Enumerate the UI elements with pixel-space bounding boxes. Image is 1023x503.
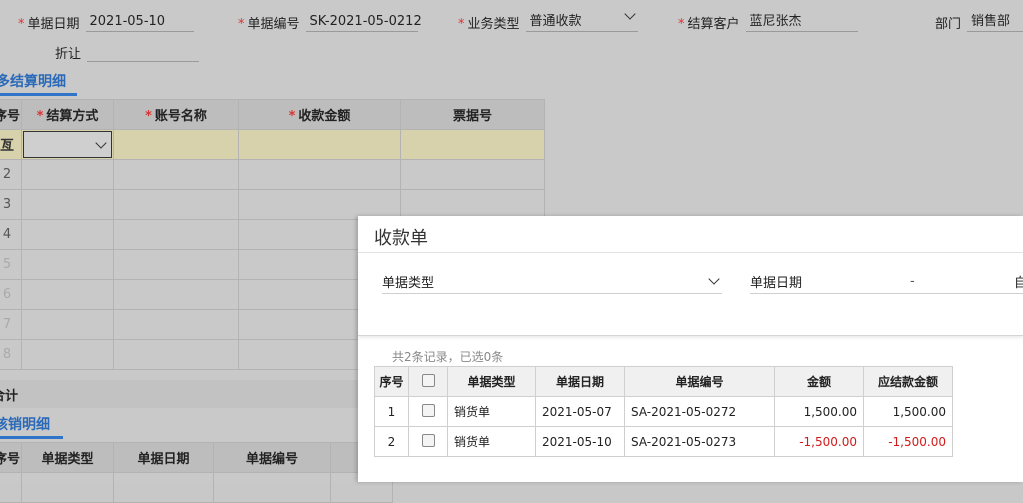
doc-type-filter-label: 单据类型 [382,275,435,291]
dept-value[interactable]: 销售部 [967,10,1023,32]
discount-value[interactable] [87,45,200,62]
customer-label: 结算客户 [687,17,740,32]
row-number: 3 [0,189,22,220]
date-filter-label: 单据日期 [750,275,803,291]
col-header: 应结款金额 [863,366,953,397]
table-row[interactable]: 1 销货单 2021-05-07 SA-2021-05-0272 1,500.0… [374,396,953,427]
writeoff-header-row: 序号 单据类型 单据日期 单据编号 [0,442,393,473]
settle-method-select[interactable] [23,131,112,158]
dept-field[interactable]: 部门 销售部 [935,10,1023,32]
discount-label: 折让 [55,47,82,62]
chevron-down-icon[interactable] [95,137,107,149]
col-header: 单据日期 [113,442,214,473]
required-mark: * [678,17,685,32]
doc-date-label: 单据日期 [27,17,80,32]
tab-underline [0,436,63,439]
doc-type-cell: 销货单 [447,396,536,427]
customer-field[interactable]: * 结算客户 蓝尼张杰 [678,10,858,32]
discount-field[interactable]: 折让 [55,40,200,62]
biz-type-select[interactable]: * 业务类型 普通收款 [458,8,638,32]
col-header: * 收款金额 [238,99,401,130]
receipt-table: 序号 单据类型 单据日期 单据编号 金额 应结款金额 1 销货单 2021-05… [374,366,953,457]
due-amount-cell: 1,500.00 [863,396,953,427]
required-mark: * [238,17,245,32]
tab-settle-detail[interactable]: 多结算明细 [0,71,77,96]
totals-label: 合计 [0,388,19,404]
amount-cell[interactable] [238,129,401,160]
biz-type-value: 普通收款 [529,14,582,29]
biz-type-label: 业务类型 [467,17,520,32]
checkbox-icon[interactable] [421,373,435,387]
row-number: 8 [0,339,22,370]
checkbox-icon[interactable] [421,403,435,417]
required-mark: * [458,17,465,32]
row-number: 1 [374,396,409,427]
chevron-down-icon[interactable] [623,8,636,20]
bill-no-cell[interactable] [400,129,545,160]
doc-code-cell: SA-2021-05-0273 [624,426,775,457]
table-row[interactable] [0,472,393,503]
chevron-down-icon[interactable] [708,273,720,285]
writeoff-table: 序号 单据类型 单据日期 单据编号 [0,442,393,503]
doc-no-label: 单据编号 [247,17,300,32]
col-header: 单据编号 [624,366,775,397]
col-header: 序号 [0,442,22,473]
dialog-title: 收款单 [374,228,428,249]
doc-date-value[interactable]: 2021-05-10 [85,14,194,32]
record-count: 共2条记录，已选0条 [392,350,504,364]
col-header: 序号 [0,99,22,130]
col-header: 序号 [374,366,409,397]
filter-area: 单据类型 单据日期 - 自 [358,253,1023,336]
doc-type-cell: 销货单 [447,426,536,457]
tab-underline [0,93,77,96]
account-cell[interactable] [113,129,239,160]
doc-date-field[interactable]: * 单据日期 2021-05-10 [18,10,198,32]
table-row[interactable]: 2 销货单 2021-05-10 SA-2021-05-0273 -1,500.… [374,426,953,457]
date-filter-field[interactable]: 单据日期 - 自 [750,269,1023,294]
doc-type-filter-select[interactable]: 单据类型 [382,269,722,294]
row-checkbox[interactable] [408,396,448,427]
col-header: 金额 [774,366,864,397]
amount-cell: -1,500.00 [774,426,864,457]
col-header: * 结算方式 [21,99,114,130]
table-row[interactable]: 亙 [0,129,545,160]
table-row[interactable]: 2 [0,159,545,190]
row-number: 6 [0,279,22,310]
date-range-separator: - [910,273,915,289]
due-amount-cell: -1,500.00 [863,426,953,457]
col-header: 单据日期 [535,366,625,397]
doc-date-cell: 2021-05-07 [535,396,625,427]
dialog-header-row: 序号 单据类型 单据日期 单据编号 金额 应结款金额 [374,366,953,397]
doc-code-cell: SA-2021-05-0272 [624,396,775,427]
row-number: 2 [0,159,22,190]
settle-header-row: 序号 * 结算方式 * 账号名称 * 收款金额 票据号 [0,99,545,130]
doc-no-field[interactable]: * 单据编号 SK-2021-05-0212 [238,10,422,32]
row-number: 2 [374,426,409,457]
select-all-checkbox[interactable] [408,366,448,397]
doc-date-cell: 2021-05-10 [535,426,625,457]
dept-label: 部门 [935,17,962,32]
col-header: 单据类型 [447,366,536,397]
row-number: 5 [0,249,22,280]
col-header: 单据类型 [21,442,114,473]
required-mark: * [18,17,25,32]
col-header: 单据编号 [213,442,331,473]
amount-cell: 1,500.00 [774,396,864,427]
col-header: 票据号 [400,99,545,130]
tab-writeoff-detail[interactable]: 核销明细 [0,414,63,439]
tab-settle-detail-label: 多结算明细 [0,74,66,90]
customer-value[interactable]: 蓝尼张杰 [745,10,858,32]
row-number: 亙 [0,129,22,160]
table-row[interactable]: 3 [0,189,545,220]
row-number: 7 [0,309,22,340]
tab-writeoff-detail-label: 核销明细 [0,417,50,433]
totals-row: 合计 [0,380,360,408]
row-number: 4 [0,219,22,250]
checkbox-icon[interactable] [421,433,435,447]
doc-no-value[interactable]: SK-2021-05-0212 [305,14,422,32]
row-checkbox[interactable] [408,426,448,457]
receipt-dialog: 收款单 单据类型 单据日期 - 自 共2条记录，已选0条 序号 单据类型 单据日… [358,216,1023,482]
date-range-end[interactable]: 自 [1014,272,1023,291]
col-header: * 账号名称 [113,99,239,130]
